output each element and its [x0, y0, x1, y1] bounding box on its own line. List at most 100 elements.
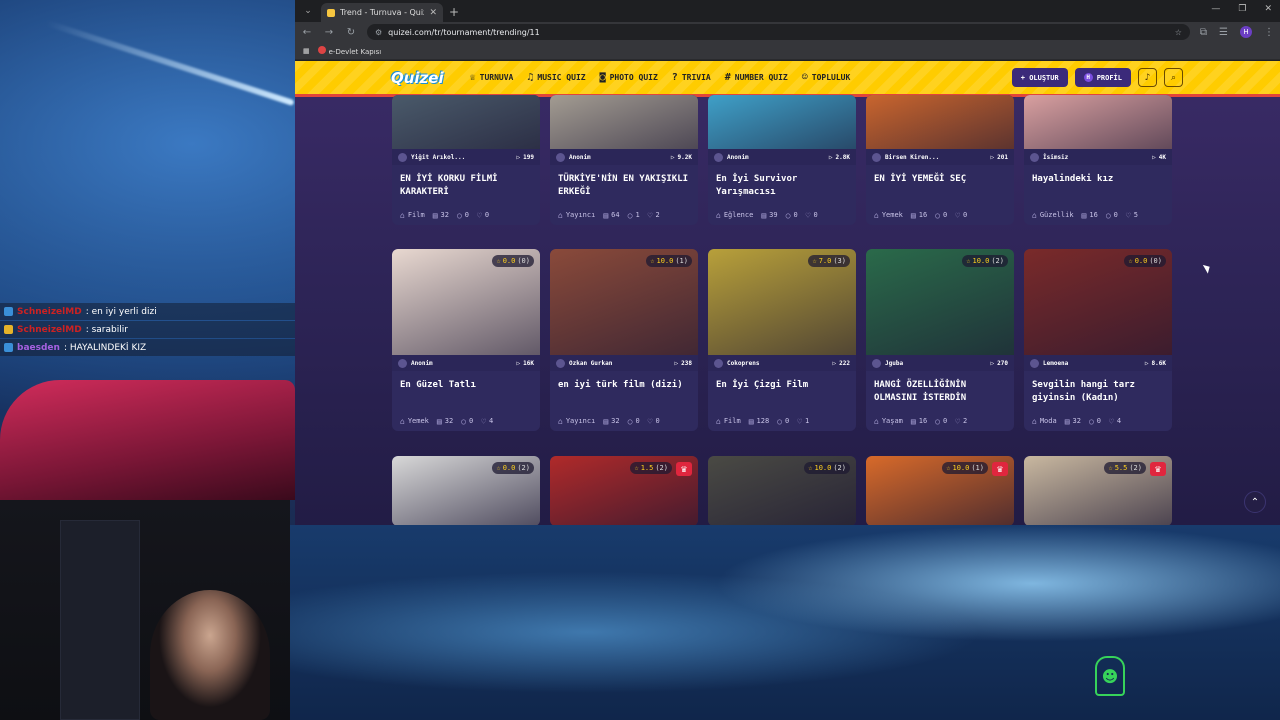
profile-avatar[interactable]: H — [1240, 26, 1252, 38]
quiz-card[interactable]: İsimsiz ▷ 4K Hayalindeki kız ⌂ Güzellik ▤ 16 ○ 0 ♡… — [1024, 95, 1172, 225]
quiz-card[interactable]: ☆ 0.0 (2) — [392, 456, 540, 525]
quiz-title[interactable]: En İyi Çizgi Film — [708, 371, 856, 411]
quizei-logo[interactable]: Quizei — [391, 69, 444, 87]
tab-search-icon[interactable]: ⌄ — [301, 4, 315, 18]
nav-trivia[interactable]: ? TRIVIA — [672, 72, 711, 83]
restore-icon[interactable]: ❐ — [1238, 4, 1246, 14]
quiz-card[interactable]: ☆ 0.0 (0) Anonim ▷ 16K En Güzel Tatlı ⌂ Yemek ▤ 32… — [392, 249, 540, 431]
author[interactable]: Jguba — [872, 358, 903, 368]
quiz-title[interactable]: En Güzel Tatlı — [392, 371, 540, 411]
quiz-thumbnail[interactable]: Birsen Kiren... ▷ 201 — [866, 95, 1014, 165]
scroll-to-top-button[interactable]: ⌃ — [1244, 491, 1266, 513]
search-icon[interactable]: ⌕ — [1164, 68, 1183, 87]
category[interactable]: ⌂ Yaşam — [874, 417, 903, 426]
quiz-thumbnail[interactable]: ☆ 5.5 (2) ♛ — [1024, 456, 1172, 525]
quiz-card[interactable]: ☆ 0.0 (0) Lemoena ▷ 8.6K Sevgilin hangi tarz g… — [1024, 249, 1172, 431]
quiz-title[interactable]: EN İYİ YEMEĞİ SEÇ — [866, 165, 1014, 205]
category[interactable]: ⌂ Yayıncı — [558, 417, 595, 426]
quiz-title[interactable]: EN İYİ KORKU FİLMİ KARAKTERİ — [392, 165, 540, 205]
reload-icon[interactable]: ↻ — [345, 27, 357, 38]
category[interactable]: ⌂ Yemek — [400, 417, 429, 426]
like-count[interactable]: ♡ 4 — [1109, 417, 1121, 426]
author[interactable]: Anonim — [556, 152, 591, 162]
category[interactable]: ⌂ Güzellik — [1032, 211, 1074, 220]
category[interactable]: ⌂ Film — [400, 211, 425, 220]
quiz-card[interactable]: Birsen Kiren... ▷ 201 EN İYİ YEMEĞİ SEÇ ⌂ Yem… — [866, 95, 1014, 225]
quiz-thumbnail[interactable]: ☆ 0.0 (0) Lemoena ▷ 8.6K — [1024, 249, 1172, 371]
like-count[interactable]: ♡ 0 — [806, 211, 818, 220]
author[interactable]: Cokoprens — [714, 358, 760, 368]
quiz-title[interactable]: TÜRKİYE'NİN EN YAKIŞIKLI ERKEĞİ — [550, 165, 698, 205]
address-bar[interactable]: ⚙ quizei.com/tr/tournament/trending/11 ☆ — [367, 24, 1190, 40]
quiz-card[interactable]: Anonim ▷ 2.8K En İyi Survivor Yarışmacısı ⌂ E… — [708, 95, 856, 225]
quiz-title[interactable]: HANGİ ÖZELLİĞİNİN OLMASINI İSTERDİN — [866, 371, 1014, 411]
quiz-title[interactable]: En İyi Survivor Yarışmacısı — [708, 165, 856, 205]
quiz-card[interactable]: ☆ 10.0 (2) — [708, 456, 856, 525]
quiz-card[interactable]: ☆ 10.0 (1) ♛ — [866, 456, 1014, 525]
create-button[interactable]: + OLUŞTUR — [1011, 68, 1068, 87]
like-count[interactable]: ♡ 1 — [797, 417, 809, 426]
nav-topluluk[interactable]: ☺ TOPLULUK — [802, 72, 851, 83]
author[interactable]: Anonim — [398, 358, 433, 368]
author[interactable]: Ozkan Gurkan — [556, 358, 612, 368]
quiz-title[interactable]: Hayalindeki kız — [1024, 165, 1172, 205]
like-count[interactable]: ♡ 2 — [648, 211, 660, 220]
quiz-card[interactable]: ☆ 10.0 (1) Ozkan Gurkan ▷ 238 en iyi türk film… — [550, 249, 698, 431]
category[interactable]: ⌂ Yemek — [874, 211, 903, 220]
quiz-thumbnail[interactable]: ☆ 1.5 (2) ♛ — [550, 456, 698, 525]
quiz-card[interactable]: ☆ 7.0 (3) Cokoprens ▷ 222 En İyi Çizgi Film ⌂ Fi… — [708, 249, 856, 431]
nav-turnuva[interactable]: ♕ TURNUVA — [470, 72, 514, 83]
apps-icon[interactable]: ▦ — [303, 47, 310, 55]
author[interactable]: İsimsiz — [1030, 152, 1068, 162]
extensions-icon[interactable]: ⧉ — [1200, 27, 1207, 38]
back-icon[interactable]: ← — [301, 27, 313, 38]
category[interactable]: ⌂ Film — [716, 417, 741, 426]
like-count[interactable]: ♡ 0 — [955, 211, 967, 220]
author[interactable]: Birsen Kiren... — [872, 152, 939, 162]
like-count[interactable]: ♡ 5 — [1126, 211, 1138, 220]
like-count[interactable]: ♡ 4 — [481, 417, 493, 426]
author[interactable]: Lemoena — [1030, 358, 1068, 368]
nav-photo-quiz[interactable]: ◙ PHOTO QUIZ — [600, 72, 658, 83]
quiz-thumbnail[interactable]: ☆ 7.0 (3) Cokoprens ▷ 222 — [708, 249, 856, 371]
author[interactable]: Anonim — [714, 152, 749, 162]
like-count[interactable]: ♡ 0 — [477, 211, 489, 220]
quiz-card[interactable]: ☆ 5.5 (2) ♛ — [1024, 456, 1172, 525]
quiz-card[interactable]: Anonim ▷ 9.2K TÜRKİYE'NİN EN YAKIŞIKLI ERKE… — [550, 95, 698, 225]
nav-number-quiz[interactable]: # NUMBER QUIZ — [725, 72, 788, 83]
close-window-icon[interactable]: ✕ — [1264, 4, 1272, 14]
quiz-thumbnail[interactable]: İsimsiz ▷ 4K — [1024, 95, 1172, 165]
quiz-thumbnail[interactable]: Anonim ▷ 9.2K — [550, 95, 698, 165]
quiz-thumbnail[interactable]: ☆ 0.0 (2) — [392, 456, 540, 525]
quiz-thumbnail[interactable]: Anonim ▷ 2.8K — [708, 95, 856, 165]
tab-active[interactable]: Trend - Turnuva - Quizei ✕ — [321, 3, 443, 22]
quiz-card[interactable]: ☆ 1.5 (2) ♛ — [550, 456, 698, 525]
category[interactable]: ⌂ Moda — [1032, 417, 1057, 426]
minimize-icon[interactable]: — — [1211, 4, 1220, 14]
quiz-card[interactable]: Yiğit Arıkol... ▷ 199 EN İYİ KORKU FİLMİ KA… — [392, 95, 540, 225]
quiz-thumbnail[interactable]: ☆ 0.0 (0) Anonim ▷ 16K — [392, 249, 540, 371]
quiz-card[interactable]: ☆ 10.0 (2) Jguba ▷ 270 HANGİ ÖZELLİĞİNİN OLMAS… — [866, 249, 1014, 431]
quiz-thumbnail[interactable]: Yiğit Arıkol... ▷ 199 — [392, 95, 540, 165]
quiz-thumbnail[interactable]: ☆ 10.0 (1) Ozkan Gurkan ▷ 238 — [550, 249, 698, 371]
menu-icon[interactable]: ⋮ — [1264, 27, 1274, 38]
author[interactable]: Yiğit Arıkol... — [398, 152, 465, 162]
like-count[interactable]: ♡ 2 — [955, 417, 967, 426]
forward-icon[interactable]: → — [323, 27, 335, 38]
notifications-bell-icon[interactable]: ♪ — [1138, 68, 1157, 87]
quiz-title[interactable]: en iyi türk film (dizi) — [550, 371, 698, 411]
close-tab-icon[interactable]: ✕ — [429, 8, 437, 18]
category[interactable]: ⌂ Eğlence — [716, 211, 753, 220]
site-info-icon[interactable]: ⚙ — [375, 28, 382, 37]
new-tab-icon[interactable]: + — [449, 5, 459, 19]
quiz-thumbnail[interactable]: ☆ 10.0 (2) Jguba ▷ 270 — [866, 249, 1014, 371]
bookmark-star-icon[interactable]: ☆ — [1175, 28, 1182, 37]
quiz-thumbnail[interactable]: ☆ 10.0 (1) ♛ — [866, 456, 1014, 525]
like-count[interactable]: ♡ 0 — [648, 417, 660, 426]
nav-music-quiz[interactable]: ♫ MUSIC QUIZ — [527, 72, 585, 83]
quiz-title[interactable]: Sevgilin hangi tarz giyinsin (Kadın) — [1024, 371, 1172, 411]
bookmark-item[interactable]: e-Devlet Kapısı — [317, 45, 381, 56]
quiz-thumbnail[interactable]: ☆ 10.0 (2) — [708, 456, 856, 525]
profile-button[interactable]: H PROFİL — [1074, 68, 1131, 87]
tab-groups-icon[interactable]: ☰ — [1219, 27, 1228, 38]
